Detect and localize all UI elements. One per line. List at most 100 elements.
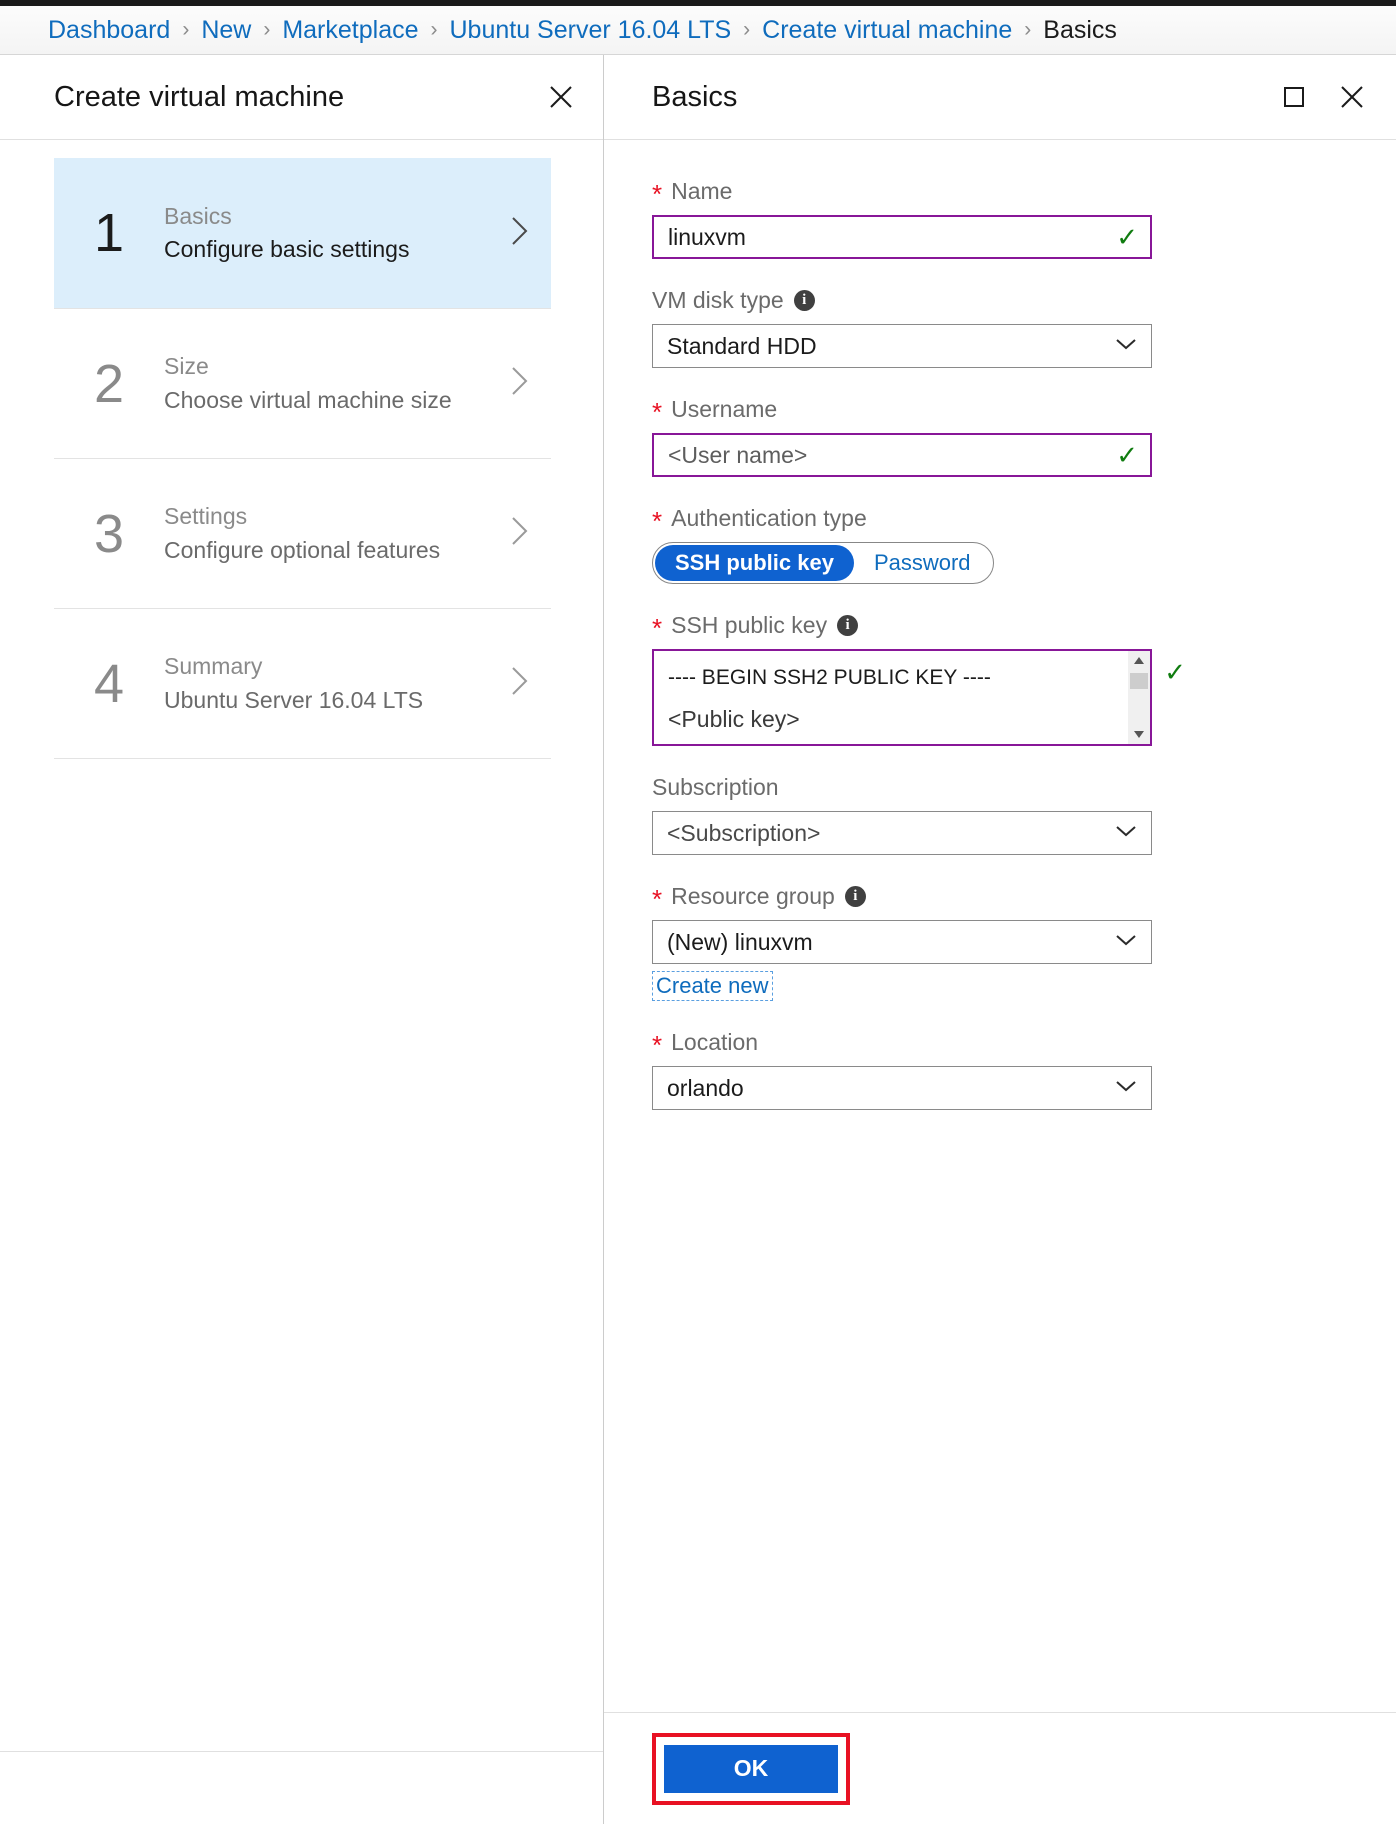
ssh-key-line-1: ---- BEGIN SSH2 PUBLIC KEY ---- xyxy=(668,666,991,689)
name-label: * Name xyxy=(652,176,1348,209)
wizard-step-settings[interactable]: 3 Settings Configure optional features xyxy=(54,458,551,608)
username-input[interactable]: <User name> xyxy=(652,433,1152,477)
subscription-value: <Subscription> xyxy=(667,819,821,846)
vm-disk-type-label: VM disk type i xyxy=(652,285,1348,315)
location-value: orlando xyxy=(667,1074,744,1101)
wizard-step-number: 3 xyxy=(94,503,125,564)
location-label-text: Location xyxy=(671,1028,759,1055)
wizard-step-size[interactable]: 2 Size Choose virtual machine size xyxy=(54,308,551,458)
wizard-step-number: 2 xyxy=(94,353,125,414)
field-resource-group: * Resource group i (New) linuxvm Create … xyxy=(652,881,1348,1001)
field-name: * Name linuxvm ✓ xyxy=(652,176,1348,259)
close-icon[interactable] xyxy=(1332,77,1372,117)
breadcrumb-item-basics-current: Basics xyxy=(1043,15,1117,44)
field-authentication-type: * Authentication type SSH public key Pas… xyxy=(652,503,1348,584)
subscription-select[interactable]: <Subscription> xyxy=(652,811,1152,855)
basics-blade: Basics * Name linuxvm ✓ VM disk type i S… xyxy=(604,55,1396,1824)
username-input-wrap: <User name> ✓ xyxy=(652,433,1152,477)
vm-disk-type-select[interactable]: Standard HDD xyxy=(652,324,1152,368)
create-vm-blade: Create virtual machine 1 Basics Configur… xyxy=(0,55,604,1824)
location-select[interactable]: orlando xyxy=(652,1066,1152,1110)
wizard-step-sublabel: Ubuntu Server 16.04 LTS xyxy=(164,686,424,713)
breadcrumb-separator: › xyxy=(743,18,751,41)
location-label: * Location xyxy=(652,1027,1348,1060)
wizard-step-text: Size Choose virtual machine size xyxy=(164,350,509,417)
create-new-resource-group-link[interactable]: Create new xyxy=(652,971,773,1001)
breadcrumb-separator: › xyxy=(1024,18,1032,41)
wizard-step-summary[interactable]: 4 Summary Ubuntu Server 16.04 LTS xyxy=(54,608,551,758)
authentication-type-toggle: SSH public key Password xyxy=(652,542,994,584)
checkmark-icon: ✓ xyxy=(1164,657,1186,687)
required-indicator: * xyxy=(652,884,663,914)
basics-form: * Name linuxvm ✓ VM disk type i Standard… xyxy=(604,140,1396,1712)
scroll-up-arrow-icon[interactable] xyxy=(1128,651,1150,670)
username-label: * Username xyxy=(652,394,1348,427)
basics-title: Basics xyxy=(652,80,738,113)
ssh-key-line-2: <Public key> xyxy=(668,705,800,732)
subscription-label-text: Subscription xyxy=(652,773,779,800)
field-subscription: Subscription <Subscription> xyxy=(652,772,1348,855)
breadcrumb-separator: › xyxy=(182,18,190,41)
ssh-public-key-textarea[interactable]: ---- BEGIN SSH2 PUBLIC KEY ---- <Public … xyxy=(652,649,1152,746)
chevron-right-icon xyxy=(509,364,535,403)
resource-group-select[interactable]: (New) linuxvm xyxy=(652,920,1152,964)
scroll-down-arrow-icon[interactable] xyxy=(1128,725,1150,744)
wizard-step-number: 1 xyxy=(94,203,125,263)
info-icon[interactable]: i xyxy=(837,614,859,636)
required-indicator: * xyxy=(652,179,663,209)
wizard-step-sublabel: Configure optional features xyxy=(164,536,441,563)
field-vm-disk-type: VM disk type i Standard HDD xyxy=(652,285,1348,368)
wizard-step-text: Settings Configure optional features xyxy=(164,500,509,567)
info-icon[interactable]: i xyxy=(844,885,866,907)
left-blade-footer-divider xyxy=(0,1751,603,1752)
breadcrumb-item-dashboard[interactable]: Dashboard xyxy=(48,16,170,45)
blade-container: Create virtual machine 1 Basics Configur… xyxy=(0,55,1396,1824)
checkmark-icon: ✓ xyxy=(1116,222,1138,252)
checkmark-icon: ✓ xyxy=(1116,440,1138,470)
breadcrumb-separator: › xyxy=(263,18,271,41)
breadcrumb-item-create-virtual-machine[interactable]: Create virtual machine xyxy=(762,16,1012,45)
ssh-public-key-label-text: SSH public key xyxy=(671,611,828,638)
required-indicator: * xyxy=(652,506,663,536)
auth-option-ssh-public-key[interactable]: SSH public key xyxy=(655,545,854,581)
resource-group-label: * Resource group i xyxy=(652,881,1348,914)
ok-button[interactable]: OK xyxy=(664,1744,838,1793)
breadcrumb-separator: › xyxy=(430,18,438,41)
required-indicator: * xyxy=(652,1030,663,1060)
wizard-step-basics[interactable]: 1 Basics Configure basic settings xyxy=(54,158,551,308)
vm-disk-type-value: Standard HDD xyxy=(667,332,817,359)
resource-group-value: (New) linuxvm xyxy=(667,928,813,955)
scrollbar-thumb[interactable] xyxy=(1130,673,1148,689)
wizard-step-label: Basics xyxy=(164,202,232,229)
wizard-step-label: Summary xyxy=(164,653,263,680)
field-ssh-public-key: * SSH public key i ---- BEGIN SSH2 PUBLI… xyxy=(652,610,1348,746)
chevron-right-icon xyxy=(509,514,535,553)
wizard-step-label: Size xyxy=(164,353,209,380)
wizard-step-text: Summary Ubuntu Server 16.04 LTS xyxy=(164,650,509,717)
username-label-text: Username xyxy=(671,395,778,422)
authentication-type-label: * Authentication type xyxy=(652,503,1348,536)
breadcrumb: Dashboard › New › Marketplace › Ubuntu S… xyxy=(0,6,1396,55)
chevron-right-icon xyxy=(509,664,535,703)
resource-group-label-text: Resource group xyxy=(671,882,835,909)
field-username: * Username <User name> ✓ xyxy=(652,394,1348,477)
breadcrumb-item-marketplace[interactable]: Marketplace xyxy=(282,16,418,45)
required-indicator: * xyxy=(652,397,663,427)
breadcrumb-item-ubuntu-server[interactable]: Ubuntu Server 16.04 LTS xyxy=(450,16,732,45)
chevron-down-icon xyxy=(1115,337,1137,356)
wizard-steps-bottom-divider xyxy=(54,758,551,759)
wizard-step-sublabel: Configure basic settings xyxy=(164,236,410,262)
info-icon[interactable]: i xyxy=(793,289,815,311)
required-indicator: * xyxy=(652,613,663,643)
name-input[interactable]: linuxvm xyxy=(652,215,1152,259)
field-location: * Location orlando xyxy=(652,1027,1348,1110)
ssh-textarea-scrollbar[interactable] xyxy=(1128,651,1150,744)
chevron-down-icon xyxy=(1115,933,1137,952)
vm-disk-type-label-text: VM disk type xyxy=(652,286,784,313)
auth-option-password[interactable]: Password xyxy=(854,545,991,581)
wizard-step-number: 4 xyxy=(94,653,125,714)
maximize-icon[interactable] xyxy=(1274,77,1314,117)
breadcrumb-item-new[interactable]: New xyxy=(201,16,251,45)
ssh-public-key-label: * SSH public key i xyxy=(652,610,1348,643)
close-icon[interactable] xyxy=(541,77,581,117)
